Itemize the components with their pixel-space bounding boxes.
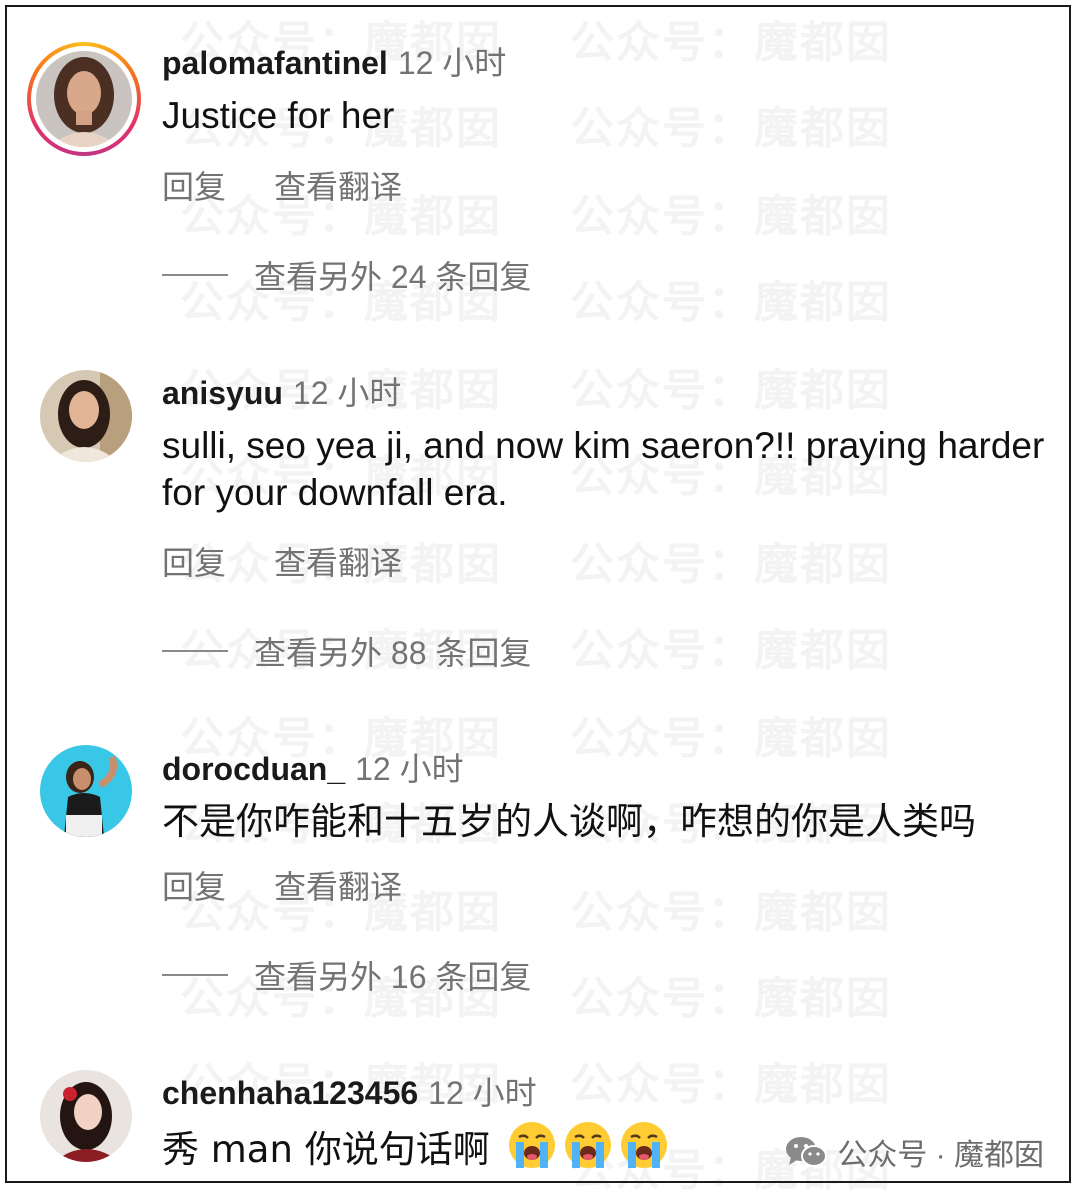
loudly-crying-face-icon (621, 1122, 668, 1168)
comment-text: 不是你咋能和十五岁的人谈啊，咋想的你是人类吗 (162, 800, 976, 843)
view-more-replies-button[interactable]: 查看另外 88 条回复 (162, 628, 531, 674)
comment-actions: 回复 查看翻译 (162, 162, 402, 208)
wechat-icon (786, 1137, 828, 1167)
timestamp: 12 小时 (428, 1075, 537, 1111)
divider-line (162, 274, 228, 276)
reply-button[interactable]: 回复 (162, 162, 226, 208)
comment-header: anisyuu 12 小时 (162, 368, 401, 414)
comment-text-body: 秀 man 你说句话啊 (162, 1128, 490, 1171)
username[interactable]: chenhaha123456 (162, 1075, 418, 1111)
comment-actions: 回复 查看翻译 (162, 538, 402, 584)
timestamp: 12 小时 (355, 751, 464, 787)
comment-header: dorocduan_ 12 小时 (162, 744, 464, 790)
reply-button[interactable]: 回复 (162, 862, 226, 908)
view-more-replies-button[interactable]: 查看另外 24 条回复 (162, 252, 531, 298)
loudly-crying-face-icon (509, 1122, 556, 1168)
view-more-replies-label: 查看另外 16 条回复 (254, 959, 532, 995)
see-translation-button[interactable]: 查看翻译 (274, 862, 402, 908)
avatar[interactable] (40, 1070, 132, 1162)
comment-actions: 回复 查看翻译 (162, 862, 402, 908)
username[interactable]: dorocduan_ (162, 751, 345, 787)
footer-watermark: 公众号 · 魔都囡 (785, 1130, 1044, 1174)
see-translation-button[interactable]: 查看翻译 (274, 162, 402, 208)
avatar[interactable] (36, 51, 132, 147)
view-more-replies-label: 查看另外 88 条回复 (254, 635, 532, 671)
username[interactable]: palomafantinel (162, 45, 388, 81)
divider-line (162, 974, 228, 976)
username[interactable]: anisyuu (162, 375, 283, 411)
divider-line (162, 650, 228, 652)
avatar[interactable] (40, 370, 132, 462)
avatar[interactable] (40, 745, 132, 837)
timestamp: 12 小时 (397, 45, 507, 81)
reply-button[interactable]: 回复 (162, 538, 226, 584)
story-ring[interactable] (27, 42, 141, 156)
comment-header: chenhaha123456 12 小时 (162, 1068, 537, 1114)
loudly-crying-face-icon (565, 1122, 612, 1168)
view-more-replies-button[interactable]: 查看另外 16 条回复 (162, 952, 531, 998)
timestamp: 12 小时 (292, 375, 402, 411)
footer-watermark-text: 公众号 · 魔都囡 (837, 1139, 1044, 1172)
comment-text: Justice for her (162, 95, 395, 136)
comment-header: palomafantinel 12 小时 (162, 38, 506, 84)
comment-text: sulli, seo yea ji, and now kim saeron?!!… (162, 425, 1045, 513)
view-more-replies-label: 查看另外 24 条回复 (254, 259, 532, 295)
see-translation-button[interactable]: 查看翻译 (274, 538, 402, 584)
